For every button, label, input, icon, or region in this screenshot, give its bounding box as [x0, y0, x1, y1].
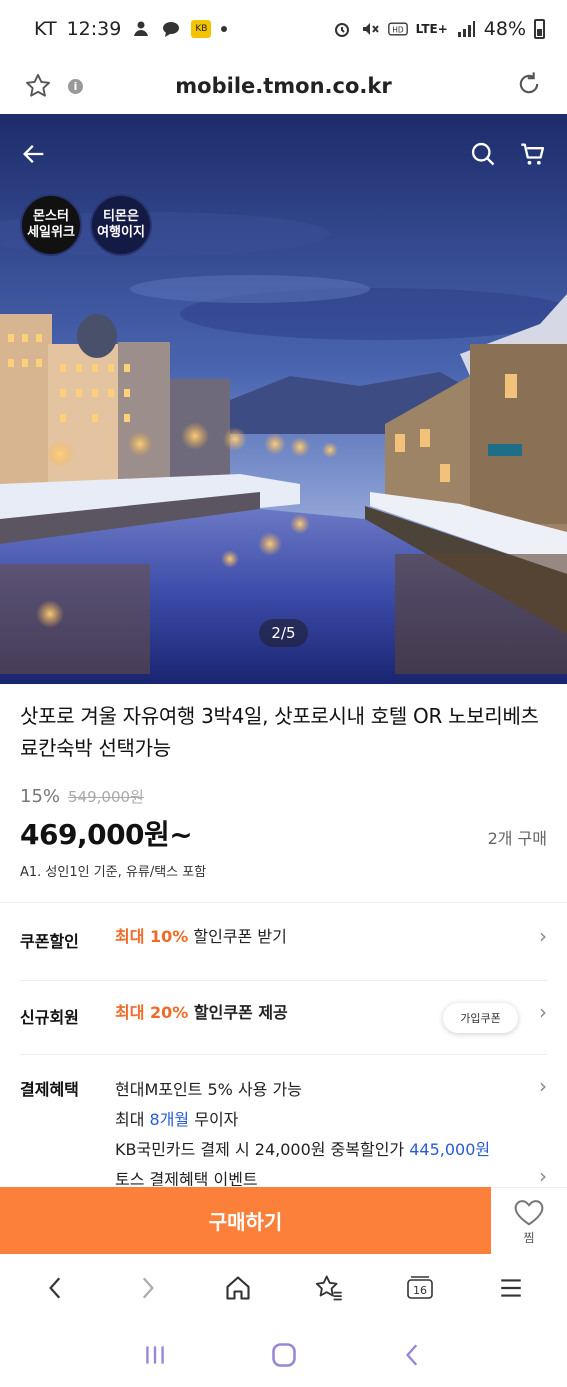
new-member-label: 신규회원 — [20, 1008, 79, 1027]
buy-button[interactable]: 구매하기 — [0, 1187, 491, 1254]
recent-apps-button[interactable] — [135, 1335, 175, 1375]
sold-count: 2개 구매 — [487, 829, 547, 848]
kb-badge-icon: KB — [191, 20, 212, 38]
payment-benefit-row[interactable]: 결제혜택 현대M포인트 5% 사용 가능 최대 8개월 무이자 KB국민카드 결… — [20, 1076, 547, 1186]
payment-benefit-label: 결제혜택 — [20, 1080, 79, 1099]
coupon-discount-content: 최대 10% 할인쿠폰 받기 — [115, 922, 287, 952]
row-divider — [20, 980, 547, 981]
row-divider — [20, 1054, 547, 1055]
coupon-text: 할인쿠폰 받기 — [188, 927, 287, 946]
coupon-highlight: 최대 10% — [115, 927, 189, 946]
person-icon — [134, 21, 149, 36]
notification-dot-icon — [221, 26, 228, 32]
svg-text:HD: HD — [392, 25, 404, 34]
system-back-icon — [405, 1343, 417, 1366]
chevron-left-icon — [48, 1277, 60, 1299]
product-info: 삿포로 겨울 자유여행 3박4일, 삿포로시내 호텔 OR 노보리베츠 료칸숙박… — [0, 684, 567, 880]
chevron-right-icon: › — [539, 1000, 547, 1024]
new-member-highlight: 최대 20% — [115, 1003, 189, 1022]
price-note: A1. 성인1인 기준, 유류/택스 포함 — [20, 865, 207, 880]
search-icon[interactable] — [469, 140, 497, 168]
cart-icon[interactable] — [519, 140, 547, 168]
status-bar: KT 12:39 KB HD LTE+ 48% — [0, 0, 567, 58]
browser-url-bar: i mobile.tmon.co.kr — [0, 58, 567, 114]
wish-label: 찜 — [523, 1230, 535, 1245]
coupon-discount-label: 쿠폰할인 — [20, 932, 79, 951]
installment-suffix: 무이자 — [189, 1110, 239, 1129]
mute-icon — [362, 23, 379, 35]
payment-line-kb: KB국민카드 결제 시 24,000원 중복할인가 445,000원 — [115, 1135, 490, 1165]
time-label: 12:39 — [66, 18, 122, 40]
chevron-right-icon: › — [539, 1164, 547, 1186]
bookmarks-star-icon — [315, 1275, 342, 1301]
payment-benefit-content: 현대M포인트 5% 사용 가능 최대 8개월 무이자 KB국민카드 결제 시 2… — [115, 1076, 490, 1186]
recent-apps-icon — [145, 1345, 164, 1364]
product-hero-image[interactable]: 몬스터 세일위크 티몬은 여행이지 2/5 — [0, 114, 567, 684]
home-icon — [226, 1276, 250, 1300]
battery-label: 48% — [483, 18, 526, 40]
payment-line-installment: 최대 8개월 무이자 — [115, 1105, 490, 1135]
browser-forward-button[interactable] — [127, 1268, 167, 1308]
system-navigation-bar — [0, 1322, 567, 1387]
alarm-icon — [334, 23, 349, 37]
reload-icon[interactable] — [515, 70, 543, 98]
section-divider — [0, 902, 567, 903]
browser-back-button[interactable] — [36, 1268, 76, 1308]
purchase-bar: 구매하기 찜 — [0, 1187, 567, 1254]
installment-prefix: 최대 — [115, 1110, 150, 1129]
payment-line-toss: 토스 결제혜택 이벤트 — [115, 1170, 258, 1186]
system-home-button[interactable] — [264, 1335, 304, 1375]
kb-price: 445,000원 — [409, 1140, 491, 1159]
new-member-text: 할인쿠폰 제공 — [188, 1003, 288, 1022]
new-member-content: 최대 20% 할인쿠폰 제공 — [115, 998, 288, 1028]
product-title: 삿포로 겨울 자유여행 3박4일, 삿포로시내 호텔 OR 노보리베츠 료칸숙박… — [20, 704, 539, 760]
system-back-button[interactable] — [393, 1335, 433, 1375]
hamburger-menu-icon — [501, 1279, 522, 1297]
signal-icon — [457, 21, 475, 37]
installment-months: 8개월 — [149, 1110, 190, 1129]
system-home-icon — [271, 1342, 296, 1367]
tab-count: 16 — [413, 1284, 427, 1297]
hero-toolbar — [0, 114, 567, 194]
sale-price: 469,000원~ — [20, 818, 193, 851]
tabs-icon: 16 — [407, 1276, 434, 1299]
discount-rate: 15% — [20, 786, 61, 807]
chevron-right-icon: › — [539, 924, 547, 948]
image-pager: 2/5 — [259, 619, 308, 647]
network-label: LTE+ — [415, 22, 448, 36]
promo-badges: 몬스터 세일위크 티몬은 여행이지 — [20, 194, 152, 256]
heart-icon — [514, 1199, 544, 1225]
browser-bookmarks-button[interactable] — [309, 1268, 349, 1308]
carrier-label: KT — [34, 18, 57, 40]
wish-button[interactable]: 찜 — [491, 1187, 567, 1254]
battery-icon — [534, 19, 545, 39]
browser-bottom-nav: 16 — [0, 1254, 567, 1322]
original-price: 549,000원 — [68, 788, 144, 806]
monster-sale-week-badge[interactable]: 몬스터 세일위크 — [20, 194, 82, 256]
browser-tabs-button[interactable]: 16 — [400, 1268, 440, 1308]
coupon-discount-row[interactable]: 쿠폰할인 최대 10% 할인쿠폰 받기 › — [20, 924, 547, 952]
site-info-icon[interactable]: i — [68, 78, 83, 94]
bookmark-star-icon[interactable] — [24, 72, 52, 100]
signup-coupon-tag[interactable]: 가입쿠폰 — [443, 1003, 518, 1033]
browser-home-button[interactable] — [218, 1268, 258, 1308]
chat-bubble-icon — [163, 22, 180, 37]
browser-menu-button[interactable] — [491, 1268, 531, 1308]
discount-row: 15% 549,000원 — [20, 786, 547, 807]
url-text[interactable]: mobile.tmon.co.kr — [0, 74, 567, 98]
back-arrow-icon[interactable] — [20, 140, 48, 168]
kb-prefix: KB국민카드 결제 시 24,000원 중복할인가 — [115, 1140, 410, 1159]
chevron-right-icon: › — [539, 1076, 547, 1098]
chevron-right-icon — [142, 1277, 154, 1299]
price-row: 469,000원~ 2개 구매 — [20, 813, 547, 853]
tmon-travel-badge[interactable]: 티몬은 여행이지 — [90, 194, 152, 256]
hd-voice-icon: HD — [387, 22, 408, 36]
payment-line-hyundai: 현대M포인트 5% 사용 가능 — [115, 1080, 302, 1099]
